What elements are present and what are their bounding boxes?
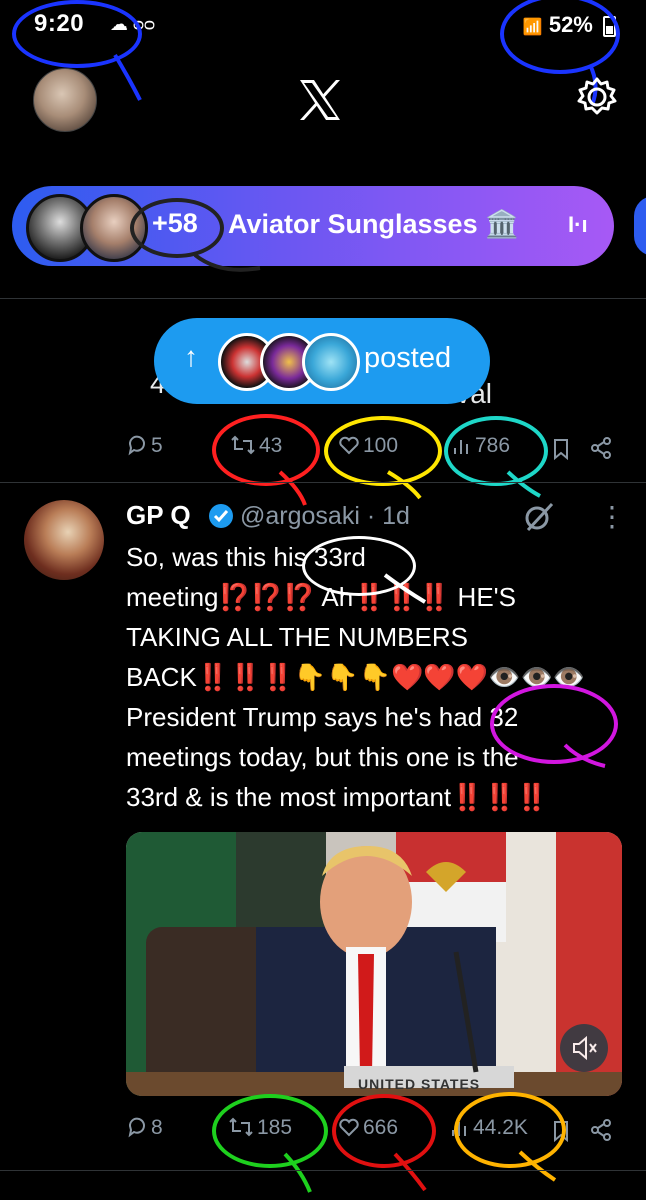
video-frame — [126, 832, 622, 1096]
video-caption-plate: UNITED STATES — [358, 1076, 481, 1092]
tweet-handle-time[interactable]: @argosaki · 1d — [240, 502, 410, 531]
posted-label: posted — [364, 342, 452, 374]
bookmark-icon[interactable] — [552, 438, 570, 460]
grok-icon[interactable] — [522, 500, 556, 534]
poster-avatar — [302, 333, 360, 391]
reply-count: 5 — [151, 434, 163, 457]
divider — [0, 1170, 646, 1171]
more-options-icon[interactable]: ⋮ — [598, 500, 626, 533]
audio-bars-icon: I·ı — [568, 212, 588, 237]
annotation-tail — [518, 1150, 557, 1182]
reply-count: 8 — [151, 1116, 163, 1139]
verified-badge-icon — [209, 504, 233, 528]
annotation-tail — [393, 1152, 427, 1192]
divider — [0, 298, 646, 299]
space-title: Aviator Sunglasses 🏛️ — [228, 209, 519, 239]
x-logo-icon[interactable] — [290, 70, 350, 130]
mute-toggle[interactable] — [560, 1024, 608, 1072]
status-bar: 9:20 ☁ ᴑᴑ 📶 52% — [0, 0, 646, 106]
tweet-video[interactable]: UNITED STATES — [126, 832, 622, 1096]
tweet-author-avatar[interactable] — [24, 500, 104, 580]
profile-avatar[interactable] — [33, 68, 97, 132]
live-space-bar[interactable]: +58 Aviator Sunglasses 🏛️ I·ı — [12, 186, 614, 266]
annotation-circle-listeners — [130, 198, 224, 258]
prev-tweet-actions: 5 43 100 786 — [0, 414, 646, 486]
gear-icon[interactable] — [575, 75, 619, 119]
arrow-up-icon: ↑ — [184, 341, 198, 372]
share-icon[interactable] — [590, 1118, 612, 1142]
reply-button[interactable]: 5 — [126, 434, 163, 458]
next-space-edge[interactable] — [634, 196, 646, 256]
divider — [0, 482, 646, 483]
annotation-tail — [113, 53, 142, 101]
speaker-mute-icon — [573, 1035, 597, 1061]
new-posts-pill[interactable]: ↑ posted — [154, 318, 490, 404]
tweet-actions: 8 185 666 44.2K — [0, 1092, 646, 1168]
annotation-tail — [383, 573, 427, 604]
annotation-tail — [193, 253, 261, 272]
share-icon[interactable] — [590, 436, 612, 460]
annotation-tail — [283, 1152, 312, 1193]
reply-icon — [128, 1117, 145, 1138]
annotation-tail — [563, 743, 606, 768]
tweet-author-name[interactable]: GP Q — [126, 500, 191, 531]
reply-icon — [128, 435, 145, 456]
reply-button[interactable]: 8 — [126, 1116, 163, 1140]
